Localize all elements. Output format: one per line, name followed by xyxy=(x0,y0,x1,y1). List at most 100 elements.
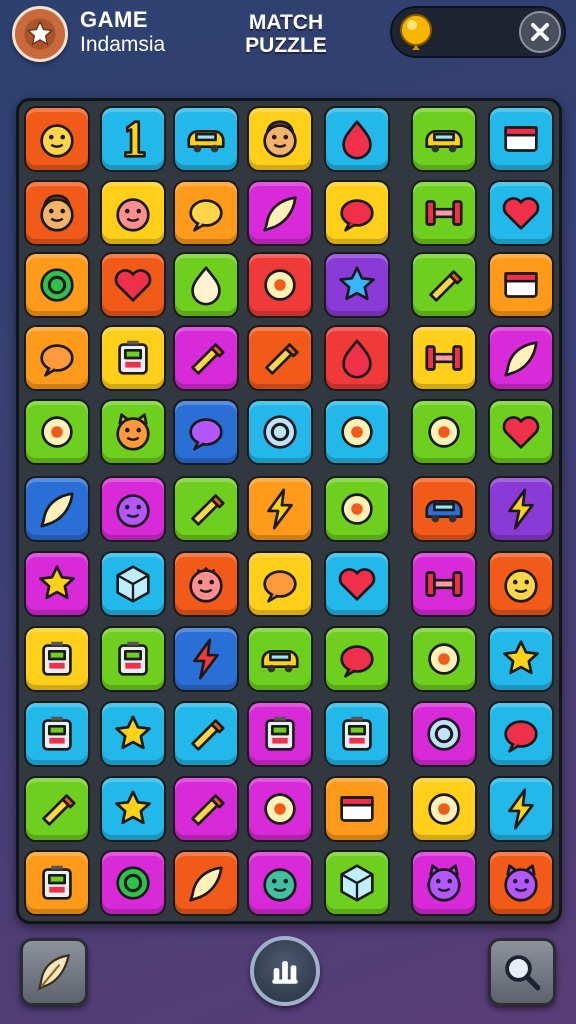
tile[interactable] xyxy=(173,476,239,542)
tile[interactable] xyxy=(24,180,90,246)
tile[interactable] xyxy=(488,180,554,246)
tile[interactable] xyxy=(173,325,239,391)
tile[interactable] xyxy=(100,626,166,692)
tile[interactable] xyxy=(324,551,390,617)
tile[interactable] xyxy=(173,776,239,842)
tile[interactable] xyxy=(488,551,554,617)
tile[interactable] xyxy=(247,106,313,172)
tile[interactable] xyxy=(324,776,390,842)
tile[interactable] xyxy=(173,626,239,692)
tile[interactable] xyxy=(100,399,166,465)
tile[interactable] xyxy=(411,776,477,842)
radio-icon xyxy=(342,716,372,751)
tile[interactable] xyxy=(324,252,390,318)
logo-badge[interactable] xyxy=(12,6,68,62)
brush-icon xyxy=(42,794,76,826)
envelope-icon xyxy=(340,796,374,822)
tile[interactable] xyxy=(488,850,554,916)
tile[interactable] xyxy=(100,325,166,391)
coin-icon xyxy=(400,14,432,50)
tile[interactable] xyxy=(411,106,477,172)
battery-icon xyxy=(42,716,72,751)
tile[interactable] xyxy=(324,399,390,465)
tile[interactable] xyxy=(247,850,313,916)
tile[interactable] xyxy=(324,476,390,542)
pencil-icon xyxy=(191,343,225,375)
tile[interactable] xyxy=(488,776,554,842)
tile[interactable] xyxy=(100,776,166,842)
tile[interactable] xyxy=(24,626,90,692)
tile[interactable] xyxy=(173,252,239,318)
tile[interactable] xyxy=(247,476,313,542)
tile[interactable] xyxy=(411,626,477,692)
tile[interactable] xyxy=(173,551,239,617)
tile[interactable] xyxy=(324,626,390,692)
tile[interactable] xyxy=(488,106,554,172)
tile[interactable] xyxy=(324,180,390,246)
speech-bubble-icon xyxy=(340,645,374,678)
tile[interactable] xyxy=(488,325,554,391)
feather-button[interactable] xyxy=(20,938,88,1006)
tile[interactable] xyxy=(488,476,554,542)
burst-icon xyxy=(40,492,74,528)
tile[interactable] xyxy=(324,106,390,172)
tile[interactable] xyxy=(24,850,90,916)
tile[interactable] xyxy=(173,180,239,246)
tile[interactable] xyxy=(411,180,477,246)
tile[interactable] xyxy=(100,551,166,617)
tile[interactable] xyxy=(100,106,166,172)
tile[interactable] xyxy=(324,850,390,916)
tile[interactable] xyxy=(24,701,90,767)
tile[interactable] xyxy=(24,776,90,842)
tile[interactable] xyxy=(247,180,313,246)
tile[interactable] xyxy=(24,106,90,172)
tile[interactable] xyxy=(247,551,313,617)
tile[interactable] xyxy=(24,551,90,617)
girl-face-icon xyxy=(116,198,150,232)
tile[interactable] xyxy=(100,252,166,318)
leaderboard-icon xyxy=(272,961,298,984)
tile[interactable] xyxy=(24,325,90,391)
tile[interactable] xyxy=(411,325,477,391)
tile[interactable] xyxy=(247,701,313,767)
tile[interactable] xyxy=(247,776,313,842)
tile[interactable] xyxy=(247,252,313,318)
folder-icon xyxy=(504,126,538,152)
tile[interactable] xyxy=(173,701,239,767)
tile[interactable] xyxy=(173,106,239,172)
bow-icon xyxy=(425,571,463,597)
tile[interactable] xyxy=(24,252,90,318)
tile[interactable] xyxy=(488,252,554,318)
tile[interactable] xyxy=(324,701,390,767)
tile[interactable] xyxy=(100,850,166,916)
tile[interactable] xyxy=(100,476,166,542)
leaderboard-button[interactable] xyxy=(250,936,320,1006)
tile[interactable] xyxy=(24,399,90,465)
tile[interactable] xyxy=(411,551,477,617)
tile[interactable] xyxy=(24,476,90,542)
tile[interactable] xyxy=(100,701,166,767)
tile[interactable] xyxy=(411,252,477,318)
tile[interactable] xyxy=(247,626,313,692)
tile[interactable] xyxy=(324,325,390,391)
tile[interactable] xyxy=(173,399,239,465)
tile[interactable] xyxy=(488,701,554,767)
tile[interactable] xyxy=(411,850,477,916)
tile[interactable] xyxy=(247,399,313,465)
smiley-face-icon xyxy=(40,124,74,158)
tile[interactable] xyxy=(247,325,313,391)
number-one-icon xyxy=(123,120,146,158)
tile[interactable] xyxy=(100,180,166,246)
brand-title: GAME xyxy=(80,7,148,32)
tile[interactable] xyxy=(411,476,477,542)
tile[interactable] xyxy=(411,399,477,465)
tile[interactable] xyxy=(488,399,554,465)
search-button[interactable] xyxy=(488,938,556,1006)
tile[interactable] xyxy=(488,626,554,692)
tile[interactable] xyxy=(173,850,239,916)
red-drop-icon xyxy=(342,120,372,160)
flame-icon xyxy=(191,266,221,306)
close-button[interactable] xyxy=(519,11,561,53)
tile[interactable] xyxy=(411,701,477,767)
crossed-swords-icon xyxy=(341,493,373,525)
